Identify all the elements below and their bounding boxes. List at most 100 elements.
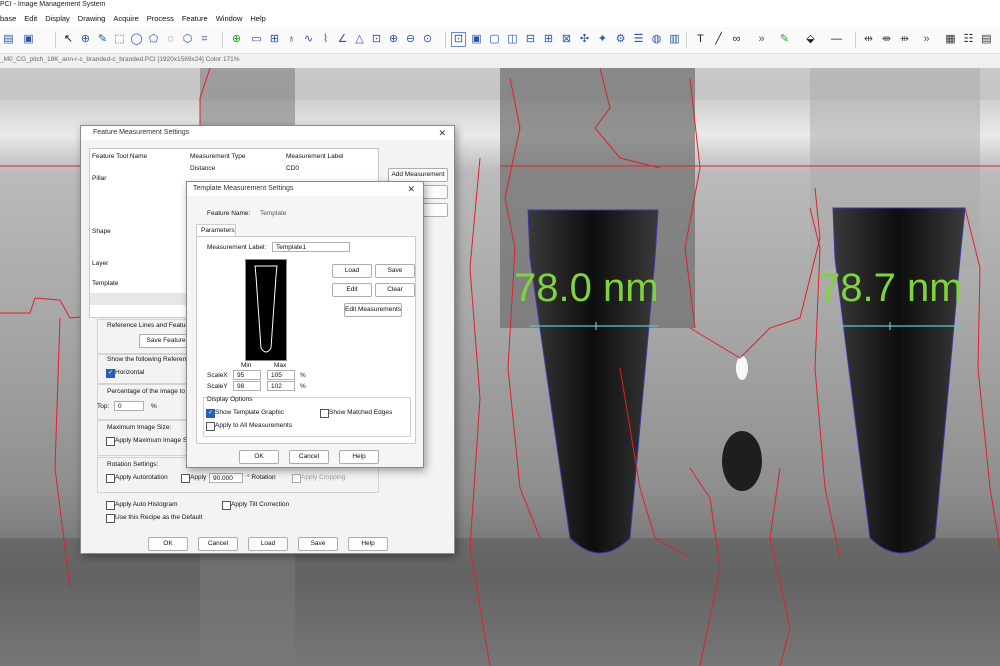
measure-icon[interactable]: ⊞ — [268, 33, 281, 46]
show-template-checkbox[interactable]: ✓ — [206, 409, 215, 418]
apply-autorotation-checkbox[interactable] — [106, 474, 115, 483]
menu-feature[interactable]: Feature — [182, 12, 208, 26]
fms-help-button[interactable]: Help — [348, 537, 388, 551]
use-default-checkbox[interactable] — [106, 514, 115, 523]
tms-load-button[interactable]: Load — [332, 264, 372, 278]
rotation-input[interactable]: 90.000 — [209, 473, 243, 483]
calibrate-icon[interactable]: ⊕ — [230, 33, 243, 46]
line-width-icon[interactable]: — — [830, 33, 843, 46]
link-tool-icon[interactable]: ∞ — [730, 33, 743, 46]
apply-auto-histogram-checkbox[interactable] — [106, 501, 115, 510]
magic-select-icon[interactable]: ⬡ — [181, 33, 194, 46]
row-shape[interactable]: Shape — [92, 228, 111, 235]
export-icon[interactable]: ▥ — [668, 33, 681, 46]
zoom-fit-icon[interactable]: ⊙ — [421, 33, 434, 46]
apply-cropping-checkbox[interactable] — [292, 474, 301, 483]
globe-icon[interactable]: ◍ — [650, 33, 663, 46]
poly-select-icon[interactable]: ⬠ — [147, 33, 160, 46]
row-type[interactable]: Distance — [190, 165, 215, 172]
feature-round-icon[interactable]: ◫ — [506, 33, 519, 46]
curve-icon[interactable]: ⌇ — [319, 33, 332, 46]
fms-cancel-button[interactable]: Cancel — [198, 537, 238, 551]
row-pillar[interactable]: Pillar — [92, 175, 106, 182]
menu-display[interactable]: Display — [45, 12, 70, 26]
row-template[interactable]: Template — [92, 280, 118, 287]
fms-load-button[interactable]: Load — [248, 537, 288, 551]
row-layer[interactable]: Layer — [92, 260, 108, 267]
close-icon[interactable]: ✕ — [407, 182, 415, 196]
menu-base[interactable]: base — [0, 12, 16, 26]
ruler-icon[interactable]: ▭ — [250, 33, 263, 46]
tms-save-button[interactable]: Save — [375, 264, 415, 278]
list-icon[interactable]: ☷ — [962, 33, 975, 46]
row-label[interactable]: CD0 — [286, 165, 299, 172]
edit-row-button[interactable] — [421, 185, 448, 199]
apply-max-size-checkbox[interactable] — [106, 437, 115, 446]
crop-icon[interactable]: ⌗ — [198, 33, 211, 46]
menu-window[interactable]: Window — [216, 12, 243, 26]
tms-clear-button[interactable]: Clear — [375, 283, 415, 297]
apply-rotation-checkbox[interactable] — [181, 474, 190, 483]
more-icon[interactable]: » — [755, 33, 768, 46]
show-matched-checkbox[interactable] — [320, 409, 329, 418]
tms-help-button[interactable]: Help — [339, 450, 379, 464]
feature-grid-icon[interactable]: ⊠ — [560, 33, 573, 46]
brush-icon[interactable]: ✎ — [96, 33, 109, 46]
triangle-icon[interactable]: △ — [353, 33, 366, 46]
zoom-region-icon[interactable]: ⊡ — [370, 33, 383, 46]
feature-cross-icon[interactable]: ✣ — [578, 33, 591, 46]
tms-ok-button[interactable]: OK — [239, 450, 279, 464]
top-input[interactable]: 0 — [114, 401, 144, 411]
menu-edit[interactable]: Edit — [24, 12, 37, 26]
close-icon[interactable]: ✕ — [438, 126, 446, 140]
ellipse-select-icon[interactable]: ◯ — [130, 33, 143, 46]
menu-drawing[interactable]: Drawing — [78, 12, 106, 26]
zoom-in-icon[interactable]: ⊕ — [387, 33, 400, 46]
align-left-icon[interactable]: ⇹ — [862, 33, 875, 46]
feature-frame-icon[interactable]: ▢ — [488, 33, 501, 46]
fms-save-button[interactable]: Save — [298, 537, 338, 551]
rect-select-icon[interactable]: ⬚ — [113, 33, 126, 46]
wand-icon[interactable]: ✦ — [596, 33, 609, 46]
save-icon[interactable]: ▣ — [22, 33, 35, 46]
scalex-max-input[interactable]: 105 — [267, 370, 295, 380]
zoom-icon[interactable]: ⊕ — [79, 33, 92, 46]
angle-icon[interactable]: ∠ — [336, 33, 349, 46]
print-icon[interactable]: ▤ — [2, 33, 15, 46]
panel-icon[interactable]: ▤ — [980, 33, 993, 46]
horizontal-checkbox[interactable]: ✓ — [106, 369, 115, 378]
add-measurement-button[interactable]: Add Measurement — [388, 168, 448, 182]
pointer-icon[interactable]: ↖ — [62, 33, 75, 46]
menu-help[interactable]: Help — [250, 12, 265, 26]
more-icon-2[interactable]: » — [920, 33, 933, 46]
tms-edit-button[interactable]: Edit — [332, 283, 372, 297]
feature-box-icon[interactable]: ▣ — [470, 33, 483, 46]
tms-cancel-button[interactable]: Cancel — [289, 450, 329, 464]
apply-tilt-checkbox[interactable] — [222, 501, 231, 510]
align-right-icon[interactable]: ⇻ — [898, 33, 911, 46]
align-center-icon[interactable]: ⇼ — [880, 33, 893, 46]
probe-icon[interactable]: ♁ — [285, 33, 298, 46]
feature-vline-icon[interactable]: ⊟ — [524, 33, 537, 46]
freehand-select-icon[interactable]: ◌ — [164, 33, 177, 46]
edit-measurements-button[interactable]: Edit Measurements — [344, 303, 402, 317]
zoom-out-icon[interactable]: ⊖ — [404, 33, 417, 46]
scaley-max-input[interactable]: 102 — [267, 381, 295, 391]
gear-icon[interactable]: ⚙ — [614, 33, 627, 46]
pen-color-icon[interactable]: ✎ — [778, 33, 791, 46]
table-icon[interactable]: ▦ — [944, 33, 957, 46]
delete-row-button[interactable] — [421, 203, 448, 217]
feature-hline-icon[interactable]: ⊞ — [542, 33, 555, 46]
fill-color-icon[interactable]: ⬙ — [804, 33, 817, 46]
menu-acquire[interactable]: Acquire — [113, 12, 138, 26]
text-tool-icon[interactable]: T — [694, 33, 707, 46]
scaley-min-input[interactable]: 98 — [233, 381, 261, 391]
apply-all-checkbox[interactable] — [206, 422, 215, 431]
trace-icon[interactable]: ∿ — [302, 33, 315, 46]
feature-select-icon[interactable]: ⊡ — [451, 32, 466, 47]
line-tool-icon[interactable]: ╱ — [712, 33, 725, 46]
fms-ok-button[interactable]: OK — [148, 537, 188, 551]
layers-icon[interactable]: ☰ — [632, 33, 645, 46]
menu-process[interactable]: Process — [147, 12, 174, 26]
scalex-min-input[interactable]: 95 — [233, 370, 261, 380]
